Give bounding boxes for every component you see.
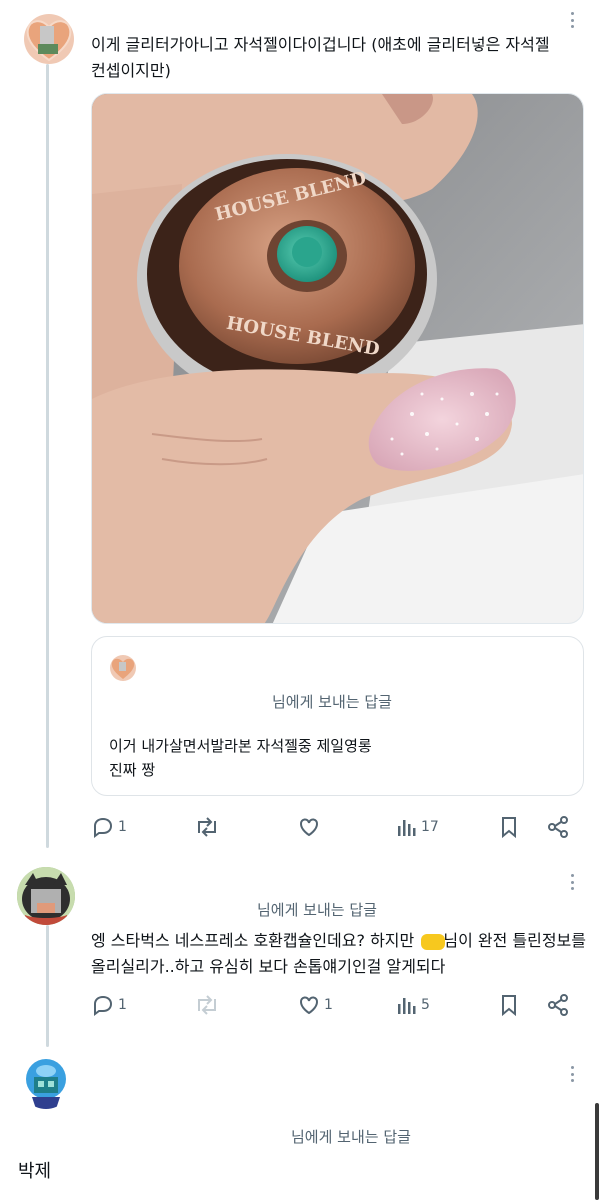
reply-icon [94,817,113,838]
attached-photo[interactable]: HOUSE BLEND HOUSE BLEND [91,93,584,624]
reply-button[interactable]: 1 [91,990,127,1020]
repost-button[interactable] [194,812,223,842]
views-button[interactable]: 5 [396,990,430,1020]
like-count: 1 [324,997,333,1013]
bookmark-icon [502,995,516,1017]
share-button[interactable] [546,990,570,1020]
share-icon [548,816,568,838]
reply-icon [94,995,113,1016]
quoted-avatar [110,655,136,681]
quote-reply-to: 님에게 보내는 답글 [272,693,392,711]
like-button[interactable] [297,812,324,842]
heart-icon [300,818,318,837]
quote-text-line: 이거 내가살면서발라본 자석젤중 제일영롱 [109,737,372,755]
bookmark-icon [502,817,516,839]
views-icon [398,820,416,836]
reply-to-label: 님에게 보내는 답글 [291,1128,411,1146]
reply-actions: 1 1 5 [91,990,581,1020]
caption-text: 박제 [18,1161,52,1182]
post-actions: 1 17 [91,812,581,842]
more-options-icon[interactable] [566,1064,578,1084]
repost-icon [198,995,216,1015]
reply-button[interactable]: 1 [91,812,127,842]
more-options-icon[interactable] [566,872,578,892]
views-count: 17 [421,819,439,835]
views-icon [398,998,416,1014]
views-count: 5 [421,997,430,1013]
avatar[interactable] [20,1057,72,1109]
reply-text-line: 엥 스타벅스 네스프레소 호환캡슐인데요? 하지만 님이 완전 틀린정보를 [91,928,586,954]
bookmark-button[interactable] [498,812,520,842]
quote-text-line: 진짜 짱 [109,761,156,779]
avatar[interactable] [17,867,75,925]
heart-icon [300,996,318,1015]
avatar[interactable] [24,14,74,64]
more-options-icon[interactable] [566,10,578,30]
reply-to-label: 님에게 보내는 답글 [257,901,377,919]
share-icon [548,994,568,1016]
like-button[interactable]: 1 [297,990,333,1020]
bookmark-button[interactable] [498,990,520,1020]
reply-text-line: 올리실리가..하고 유심히 보다 손톱얘기인걸 알게되다 [91,957,446,976]
scrollbar[interactable] [595,1103,599,1200]
reply-count: 1 [118,819,127,835]
post-text-line: 이게 글리터가아니고 자석젤이다이겁니다 (애초에 글리터넣은 자석젤 [91,35,550,54]
post-text-line: 컨셉이지만) [91,61,171,80]
repost-icon [198,817,216,837]
reply-text-part: 엥 스타벅스 네스프레소 호환캡슐인데요? 하지만 [91,931,415,950]
quoted-post[interactable]: 님에게 보내는 답글 이거 내가살면서발라본 자석젤중 제일영롱 진짜 짱 [91,636,584,796]
views-button[interactable]: 17 [396,812,439,842]
thread-line [46,925,49,1047]
redacted-mark [421,933,446,950]
repost-button[interactable] [194,990,223,1020]
reply-text-part: 님이 완전 틀린정보를 [443,931,586,950]
share-button[interactable] [546,812,570,842]
thread-line [46,64,49,848]
reply-count: 1 [118,997,127,1013]
